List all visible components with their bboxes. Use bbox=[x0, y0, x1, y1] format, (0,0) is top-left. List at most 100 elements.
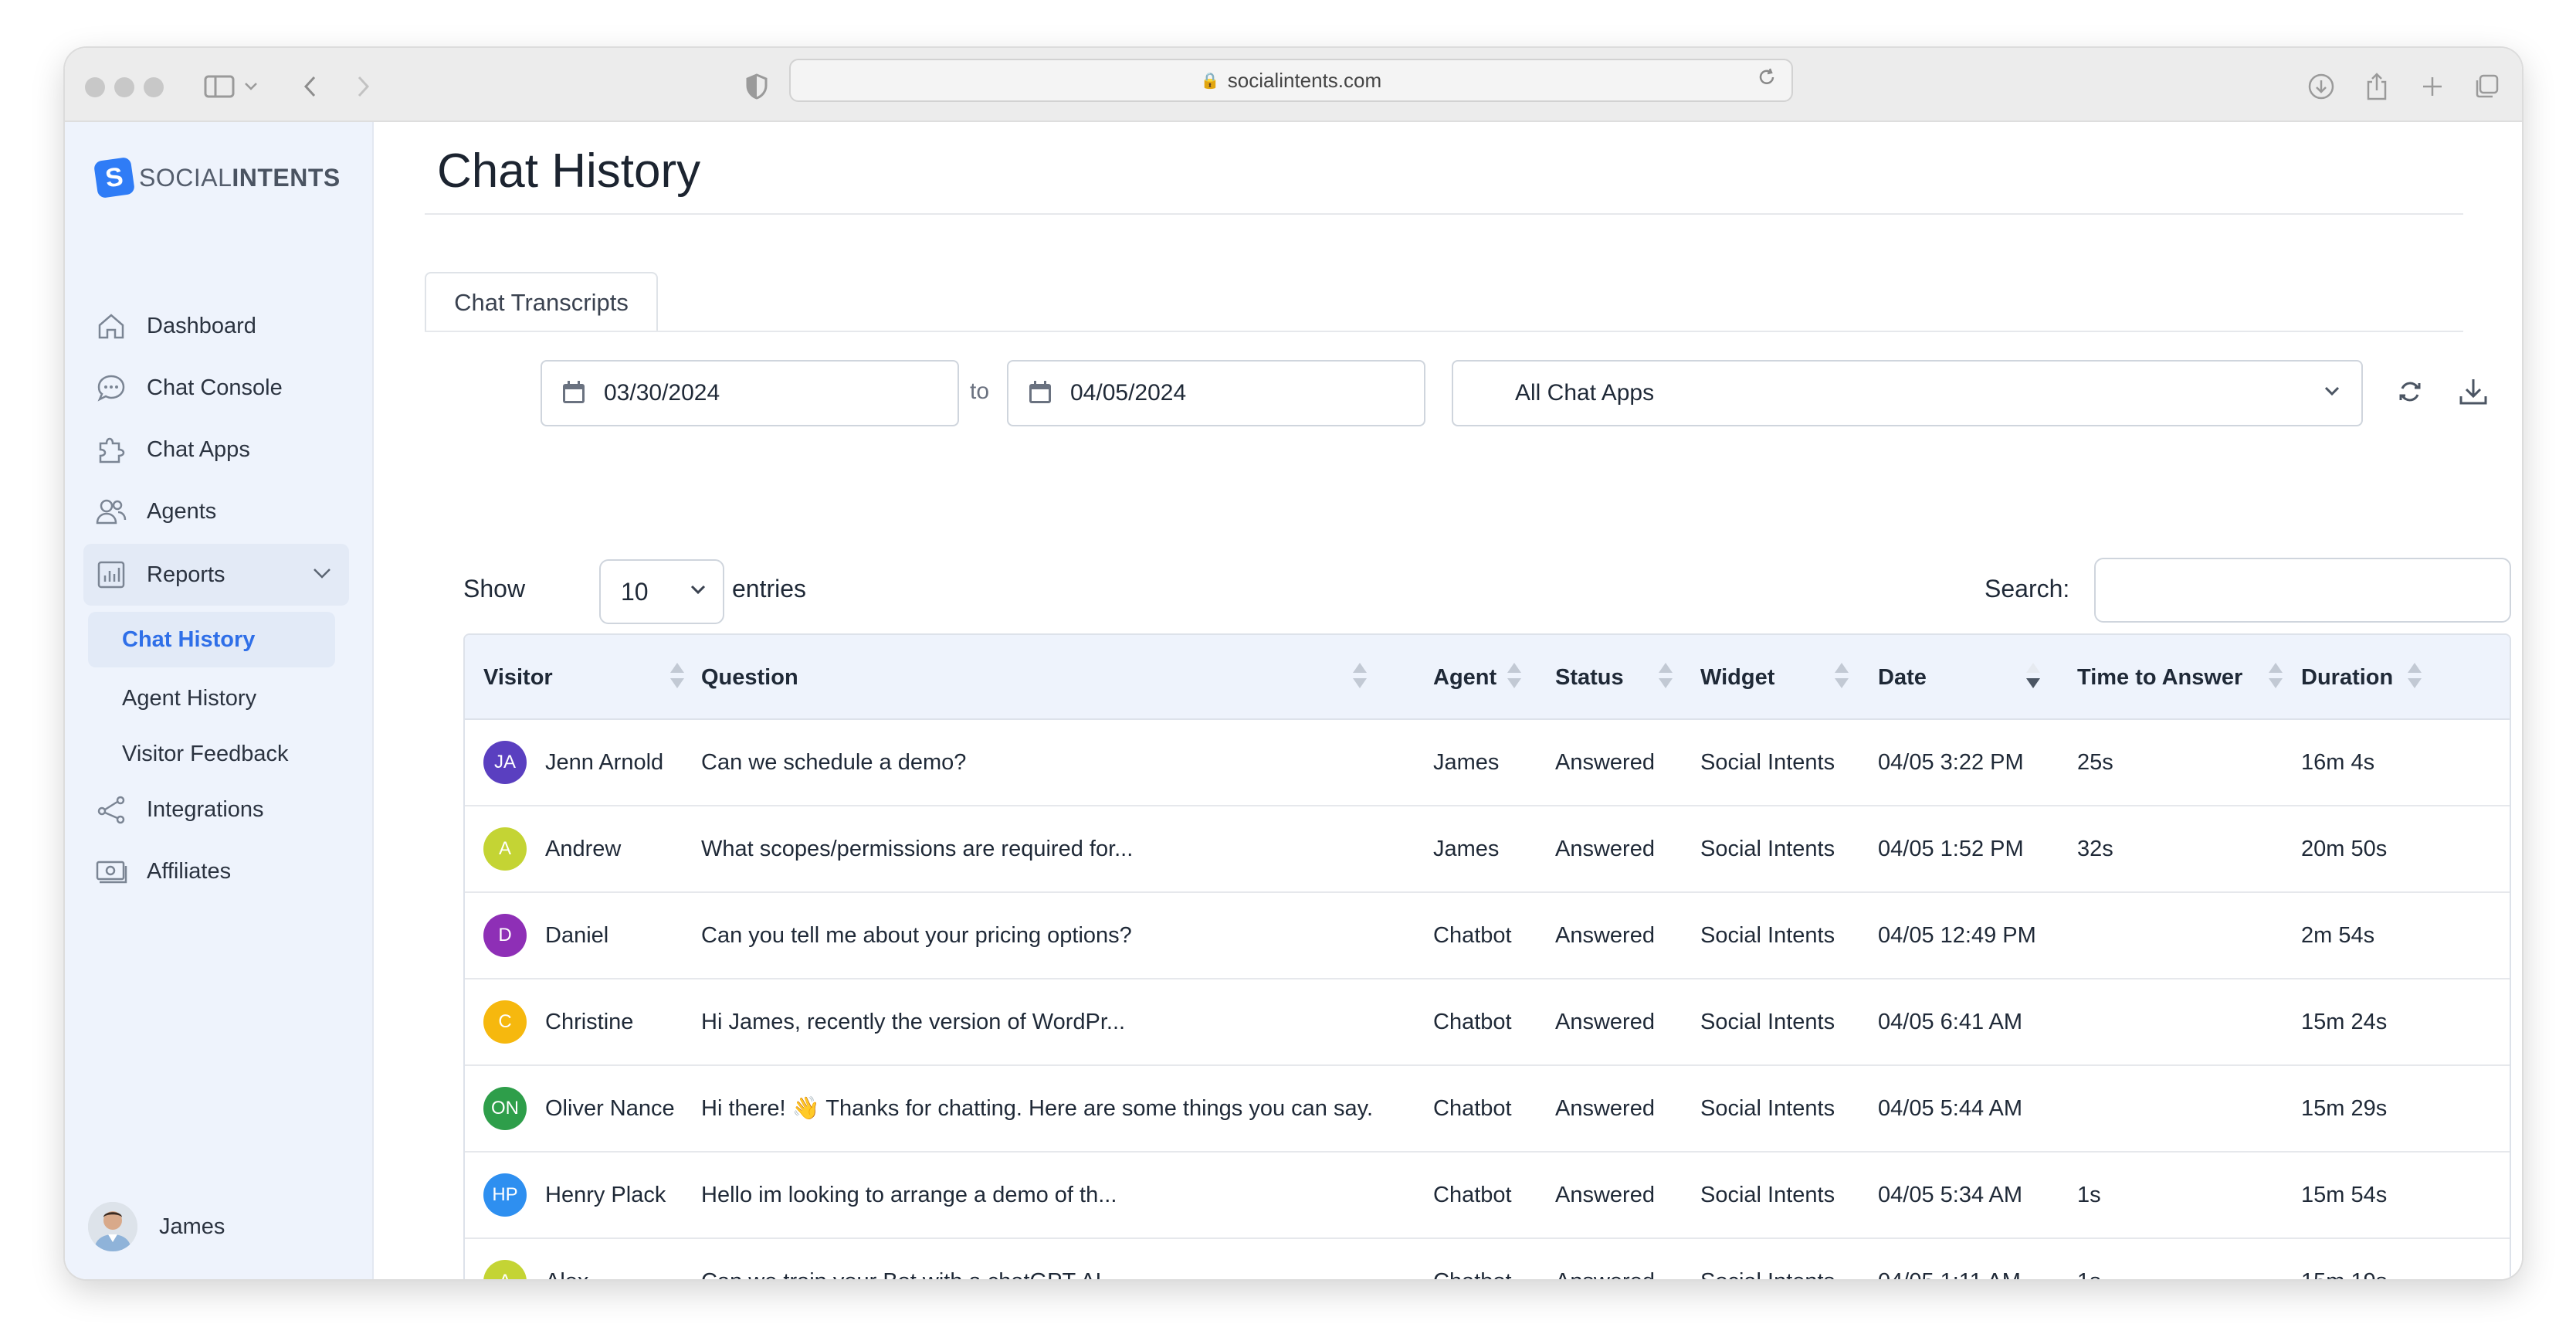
main-content: Chat History Chat Transcripts 03/30/2024… bbox=[375, 122, 2522, 1279]
sidebar-item-agents[interactable]: Agents bbox=[83, 482, 349, 541]
download-icon[interactable] bbox=[2304, 66, 2338, 107]
forward-icon[interactable] bbox=[351, 66, 377, 107]
agent-cell: Chatbot bbox=[1433, 1239, 1512, 1280]
share-icon[interactable] bbox=[2360, 66, 2394, 107]
table-row[interactable]: C Christine Hi James, recently the version… bbox=[465, 979, 2510, 1066]
address-bar[interactable]: 🔒 socialintents.com bbox=[789, 59, 1793, 102]
sort-icon bbox=[2267, 661, 2283, 692]
sidebar-item-integrations[interactable]: Integrations bbox=[83, 780, 349, 839]
sidebar-item-visitor-feedback[interactable]: Visitor Feedback bbox=[88, 726, 335, 782]
table-row[interactable]: A Andrew What scopes/permissions are requi… bbox=[465, 806, 2510, 893]
back-icon[interactable] bbox=[297, 66, 323, 107]
brand-name: SOCIALINTENTS bbox=[139, 163, 341, 192]
sidebar-item-label: Integrations bbox=[147, 796, 264, 822]
date-to-value: 04/05/2024 bbox=[1070, 380, 1187, 406]
visitor-cell: D Daniel bbox=[483, 893, 608, 978]
new-tab-icon[interactable] bbox=[2415, 66, 2449, 107]
table-row[interactable]: ON Oliver Nance Hi there! 👋 Thanks for cha… bbox=[465, 1066, 2510, 1153]
search-label: Search: bbox=[1985, 575, 2070, 603]
date-from-input[interactable]: 03/30/2024 bbox=[541, 360, 959, 426]
date-cell: 04/05 12:49 PM bbox=[1878, 922, 2036, 948]
export-button[interactable] bbox=[2452, 372, 2494, 414]
status-cell: Answered bbox=[1555, 1009, 1655, 1034]
duration-cell: 15m 29s bbox=[2301, 1095, 2388, 1121]
refresh-button[interactable] bbox=[2389, 372, 2431, 414]
page-size-select[interactable]: 10 bbox=[599, 559, 724, 624]
widget-cell: Social Intents bbox=[1700, 836, 1835, 861]
sidebar-item-affiliates[interactable]: Affiliates bbox=[83, 842, 349, 901]
status-cell: Answered bbox=[1555, 1182, 1655, 1207]
browser-toolbar: 🔒 socialintents.com bbox=[65, 48, 2522, 122]
column-header-agent[interactable]: Agent bbox=[1433, 635, 1541, 720]
duration-cell: 15m 54s bbox=[2301, 1182, 2388, 1207]
chat-app-select[interactable]: All Chat Apps bbox=[1452, 360, 2363, 426]
status-cell: Answered bbox=[1555, 1095, 1655, 1121]
refresh-icon bbox=[2396, 378, 2424, 409]
sidebar-item-label: Dashboard bbox=[147, 313, 256, 338]
sidebar-item-chat-console[interactable]: Chat Console bbox=[83, 358, 349, 417]
agent-cell: Chatbot bbox=[1433, 1095, 1512, 1121]
time-to-answer-cell: 1s bbox=[2077, 1239, 2101, 1280]
column-header-visitor[interactable]: Visitor bbox=[483, 635, 684, 720]
visitor-name: Jenn Arnold bbox=[545, 749, 664, 775]
sidebar-toggle-icon[interactable] bbox=[202, 66, 236, 107]
search-input[interactable] bbox=[2094, 558, 2511, 623]
column-header-widget[interactable]: Widget bbox=[1700, 635, 1855, 720]
puzzle-icon bbox=[93, 431, 130, 468]
zoom-window-button[interactable] bbox=[144, 77, 164, 97]
user-profile[interactable]: James bbox=[88, 1202, 225, 1251]
visitor-cell: A Andrew bbox=[483, 806, 621, 891]
avatar: ON bbox=[483, 1087, 527, 1130]
close-window-button[interactable] bbox=[85, 77, 105, 97]
browser-window: 🔒 socialintents.com S SOCIALINTENTS Dash… bbox=[65, 48, 2522, 1279]
widget-cell: Social Intents bbox=[1700, 1239, 1835, 1280]
privacy-shield-icon[interactable] bbox=[741, 66, 772, 107]
url-text: socialintents.com bbox=[1227, 68, 1382, 92]
widget-cell: Social Intents bbox=[1700, 922, 1835, 948]
time-to-answer-cell: 1s bbox=[2077, 1182, 2101, 1207]
duration-cell: 15m 24s bbox=[2301, 1009, 2388, 1034]
visitor-cell: JA Jenn Arnold bbox=[483, 720, 663, 805]
table-row[interactable]: A Alex Can we train your Bot with a chatGP… bbox=[465, 1239, 2510, 1280]
visitor-name: Andrew bbox=[545, 836, 622, 861]
tab-chat-transcripts[interactable]: Chat Transcripts bbox=[425, 272, 658, 332]
avatar: C bbox=[483, 1000, 527, 1044]
table-row[interactable]: D Daniel Can you tell me about your pricin… bbox=[465, 893, 2510, 979]
sort-icon bbox=[2406, 661, 2422, 692]
column-header-time-to-answer[interactable]: Time to Answer bbox=[2077, 635, 2286, 720]
minimize-window-button[interactable] bbox=[114, 77, 134, 97]
sort-icon bbox=[1351, 661, 1367, 692]
entries-label: entries bbox=[732, 575, 807, 603]
sidebar-item-reports[interactable]: Reports bbox=[83, 544, 349, 606]
question-cell: Can we train your Bot with a chatGPT AI … bbox=[701, 1239, 1127, 1280]
avatar: HP bbox=[483, 1173, 527, 1217]
status-cell: Answered bbox=[1555, 922, 1655, 948]
sidebar-item-agent-history[interactable]: Agent History bbox=[88, 670, 335, 726]
download-icon bbox=[2458, 376, 2489, 411]
sidebar-item-chat-history[interactable]: Chat History bbox=[88, 612, 335, 667]
column-header-duration[interactable]: Duration bbox=[2301, 635, 2502, 720]
page-title: Chat History bbox=[437, 144, 701, 198]
sort-icon bbox=[1833, 661, 1849, 692]
table-header: Visitor Question Agent Status Widget Dat… bbox=[465, 635, 2510, 720]
reload-icon[interactable] bbox=[1756, 66, 1778, 93]
time-to-answer-cell: 32s bbox=[2077, 836, 2113, 861]
table-row[interactable]: JA Jenn Arnold Can we schedule a demo? Jame… bbox=[465, 720, 2510, 806]
brand-logo-mark: S bbox=[93, 156, 136, 199]
chevron-down-icon[interactable] bbox=[241, 66, 261, 107]
column-header-question[interactable]: Question bbox=[701, 635, 1370, 720]
table-row[interactable]: HP Henry Plack Hello im looking to arrange… bbox=[465, 1153, 2510, 1239]
date-cell: 04/05 3:22 PM bbox=[1878, 749, 2024, 775]
tab-overview-icon[interactable] bbox=[2469, 66, 2503, 107]
widget-cell: Social Intents bbox=[1700, 1009, 1835, 1034]
chevron-down-icon[interactable] bbox=[312, 561, 332, 586]
sidebar-item-chat-apps[interactable]: Chat Apps bbox=[83, 420, 349, 479]
column-header-status[interactable]: Status bbox=[1555, 635, 1679, 720]
chevron-down-icon bbox=[687, 578, 709, 606]
sidebar-item-dashboard[interactable]: Dashboard bbox=[83, 297, 349, 355]
date-cell: 04/05 6:41 AM bbox=[1878, 1009, 2023, 1034]
date-to-input[interactable]: 04/05/2024 bbox=[1007, 360, 1425, 426]
column-header-date[interactable]: Date bbox=[1878, 635, 2048, 720]
widget-cell: Social Intents bbox=[1700, 749, 1835, 775]
brand-logo[interactable]: S SOCIALINTENTS bbox=[93, 156, 341, 199]
